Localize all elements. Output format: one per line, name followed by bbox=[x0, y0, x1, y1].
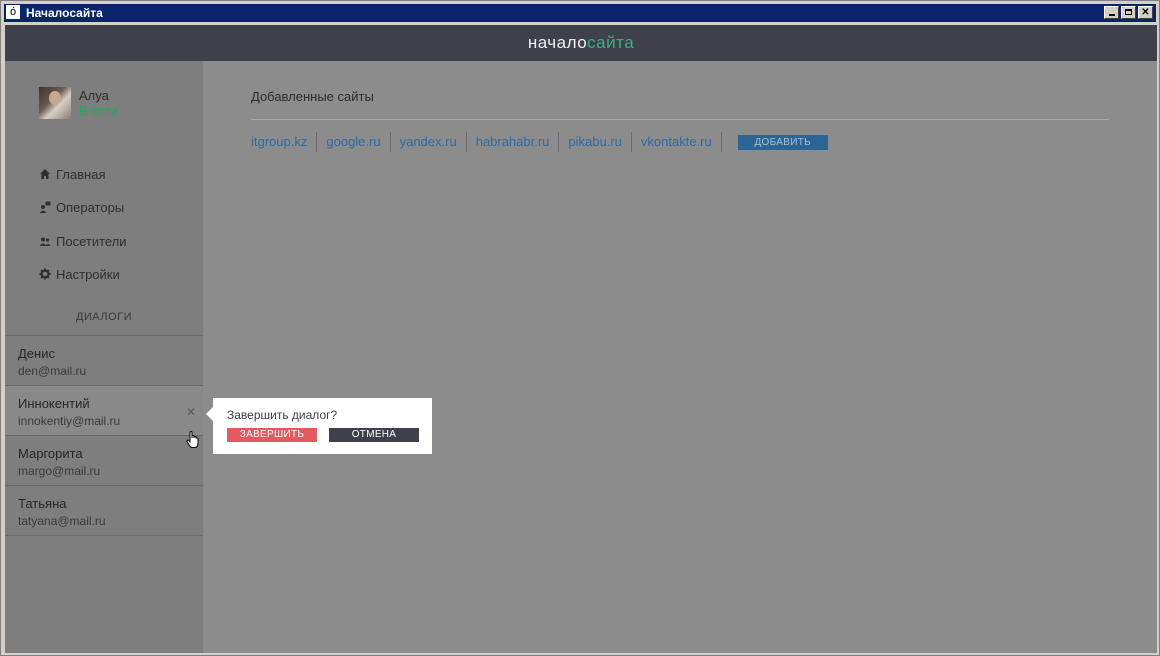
dialog-item[interactable]: Денис den@mail.ru bbox=[5, 336, 203, 386]
app-header: началосайта bbox=[5, 25, 1157, 61]
dialog-name: Татьяна bbox=[18, 496, 67, 511]
nav-item-home[interactable]: Главная bbox=[39, 165, 105, 183]
sites-section-title: Добавленные сайты bbox=[251, 89, 374, 104]
add-site-button[interactable]: ДОБАВИТЬ bbox=[737, 134, 828, 150]
site-link[interactable]: google.ru bbox=[317, 132, 391, 152]
close-button[interactable]: ✕ bbox=[1138, 6, 1153, 19]
window-controls: ✕ bbox=[1102, 6, 1153, 19]
dialog-name: Денис bbox=[18, 346, 55, 361]
popup-question: Завершить диалог? bbox=[227, 408, 338, 422]
home-icon bbox=[39, 168, 51, 180]
user-name: Алуа bbox=[79, 88, 109, 103]
user-status: В сети bbox=[79, 103, 118, 118]
end-dialog-button[interactable]: ЗАВЕРШИТЬ bbox=[227, 428, 317, 442]
logo-part-1: начало bbox=[527, 33, 588, 52]
dialogs-list: Денис den@mail.ru Иннокентий innokentiy@… bbox=[5, 335, 203, 536]
dialog-name: Иннокентий bbox=[18, 396, 90, 411]
avatar[interactable] bbox=[39, 87, 71, 119]
site-link[interactable]: yandex.ru bbox=[391, 132, 467, 152]
end-dialog-popup: Завершить диалог? ЗАВЕРШИТЬ ОТМЕНА bbox=[206, 398, 432, 454]
divider bbox=[251, 119, 1109, 120]
window: ó Началосайта ✕ началосайта Алуа В сети … bbox=[0, 0, 1160, 656]
minimize-icon bbox=[1108, 14, 1115, 16]
gear-icon bbox=[39, 268, 51, 280]
site-link[interactable]: itgroup.kz bbox=[251, 132, 318, 152]
dialogs-title: ДИАЛОГИ bbox=[75, 311, 133, 323]
nav-item-settings[interactable]: Настройки bbox=[39, 265, 120, 283]
dialog-email: tatyana@mail.ru bbox=[18, 514, 106, 528]
dialog-email: innokentiy@mail.ru bbox=[18, 414, 121, 428]
dialog-item[interactable]: Татьяна tatyana@mail.ru bbox=[5, 486, 203, 536]
cancel-button[interactable]: ОТМЕНА bbox=[329, 428, 419, 442]
dialog-email: margo@mail.ru bbox=[18, 464, 101, 478]
app-area: началосайта Алуа В сети Главная Оператор… bbox=[5, 25, 1157, 653]
dialog-item[interactable]: Маргорита margo@mail.ru bbox=[5, 436, 203, 486]
close-icon: ✕ bbox=[1141, 7, 1150, 18]
site-logo[interactable]: началосайта bbox=[5, 25, 1157, 61]
sidebar: Алуа В сети Главная Операторы Посетители… bbox=[5, 61, 203, 653]
close-dialog-icon[interactable]: ✕ bbox=[185, 406, 197, 418]
logo-part-2: сайта bbox=[587, 33, 635, 52]
main-content: Добавленные сайты itgroup.kz google.ru y… bbox=[203, 61, 1157, 653]
window-title: Началосайта bbox=[26, 6, 103, 20]
visitors-icon bbox=[39, 235, 51, 247]
minimize-button[interactable] bbox=[1104, 6, 1119, 19]
dialog-email: den@mail.ru bbox=[18, 364, 87, 378]
maximize-icon bbox=[1125, 9, 1132, 15]
site-link[interactable]: vkontakte.ru bbox=[632, 132, 722, 152]
nav-item-operators[interactable]: Операторы bbox=[39, 198, 124, 216]
nav-label-settings: Настройки bbox=[56, 266, 120, 282]
sites-list: itgroup.kz google.ru yandex.ru habrahabr… bbox=[251, 131, 828, 153]
title-bar[interactable]: ó Началосайта ✕ bbox=[4, 4, 1156, 22]
nav-item-visitors[interactable]: Посетители bbox=[39, 232, 127, 250]
nav-label-home: Главная bbox=[56, 166, 106, 182]
nav-label-operators: Операторы bbox=[56, 199, 125, 215]
nav-label-visitors: Посетители bbox=[56, 233, 127, 249]
app-logo-icon: ó bbox=[6, 5, 20, 19]
dialog-name: Маргорита bbox=[18, 446, 83, 461]
site-link[interactable]: habrahabr.ru bbox=[467, 132, 560, 152]
site-link[interactable]: pikabu.ru bbox=[559, 132, 632, 152]
operators-icon bbox=[39, 201, 51, 213]
maximize-button[interactable] bbox=[1121, 6, 1136, 19]
dialog-item[interactable]: Иннокентий innokentiy@mail.ru ✕ bbox=[5, 386, 203, 436]
hand-cursor-icon bbox=[186, 431, 199, 448]
